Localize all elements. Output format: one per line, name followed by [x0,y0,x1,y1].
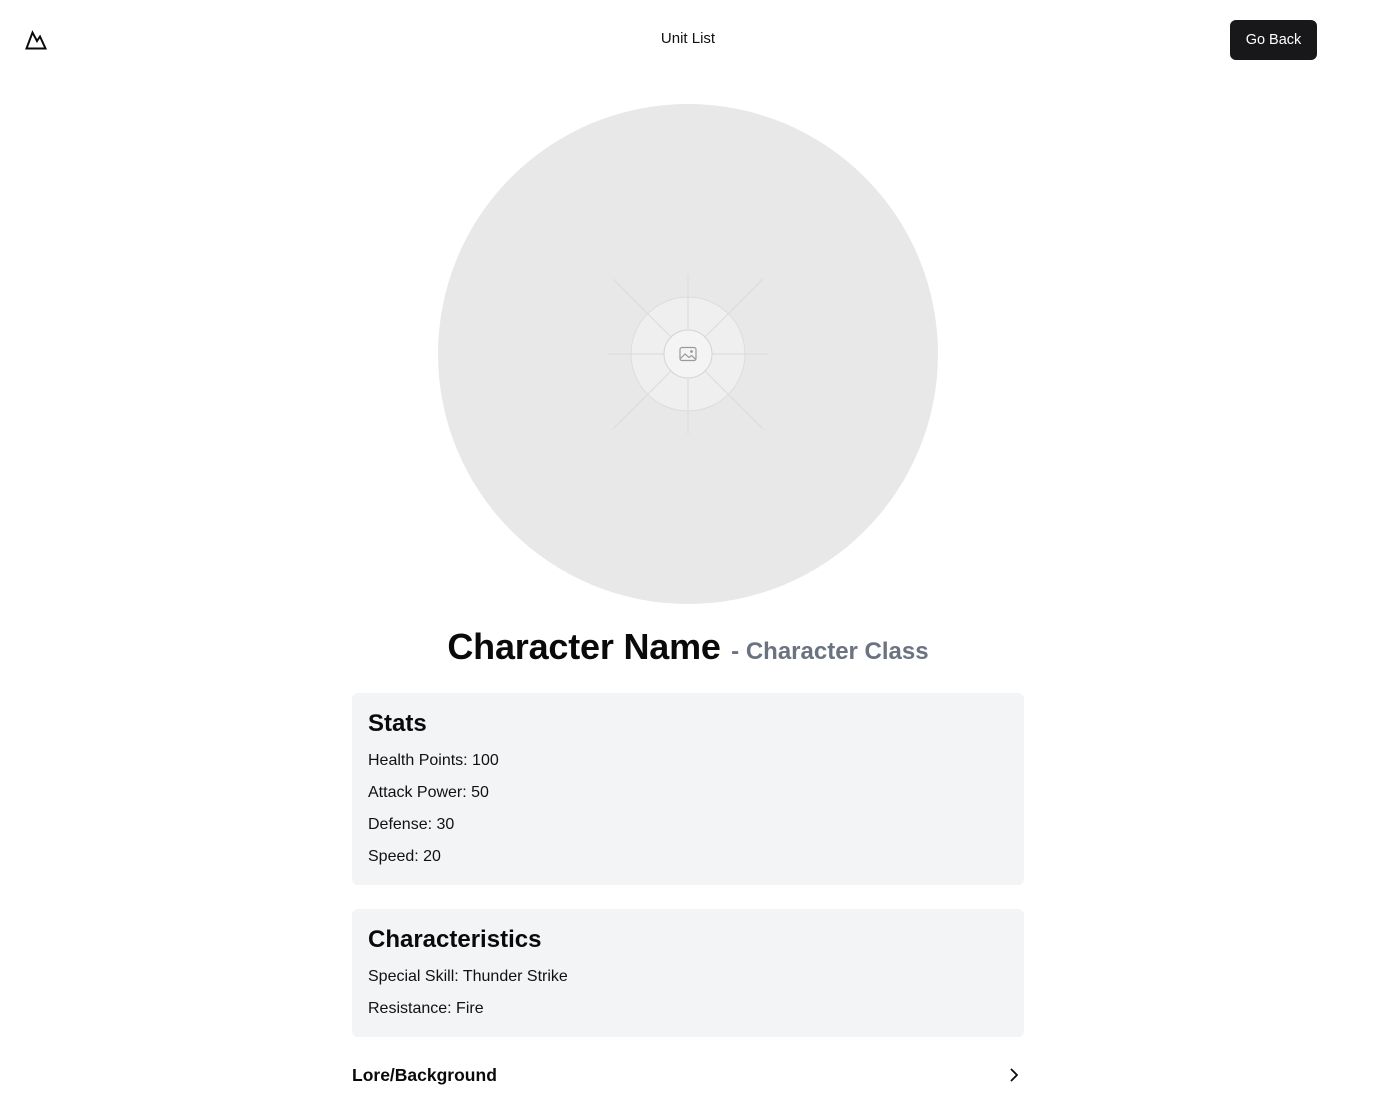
characteristics-heading: Characteristics [368,926,542,953]
chevron-right-icon [1010,1068,1018,1082]
stat-defense: Defense: 30 [368,816,455,833]
stat-speed: Speed: 20 [368,848,441,865]
go-back-button[interactable]: Go Back [1230,20,1317,60]
stat-health-points: Health Points: 100 [368,752,499,769]
character-avatar [438,104,938,604]
character-title: Character Name - Character Class [0,626,1376,668]
characteristic-resistance: Resistance: Fire [368,1000,484,1017]
character-class: - Character Class [731,638,929,665]
character-name: Character Name [447,626,721,667]
image-placeholder-icon [608,274,768,434]
stats-card: Stats Health Points: 100 Attack Power: 5… [352,693,1024,885]
characteristics-card: Characteristics Special Skill: Thunder S… [352,909,1024,1037]
lore-background-label: Lore/Background [352,1064,497,1085]
top-header: Unit List Go Back [0,0,1376,80]
characteristic-special-skill: Special Skill: Thunder Strike [368,968,568,985]
nav-unit-list-link[interactable]: Unit List [0,30,1376,47]
stats-heading: Stats [368,710,427,737]
lore-background-toggle[interactable]: Lore/Background [352,1058,1024,1092]
stat-attack-power: Attack Power: 50 [368,784,489,801]
